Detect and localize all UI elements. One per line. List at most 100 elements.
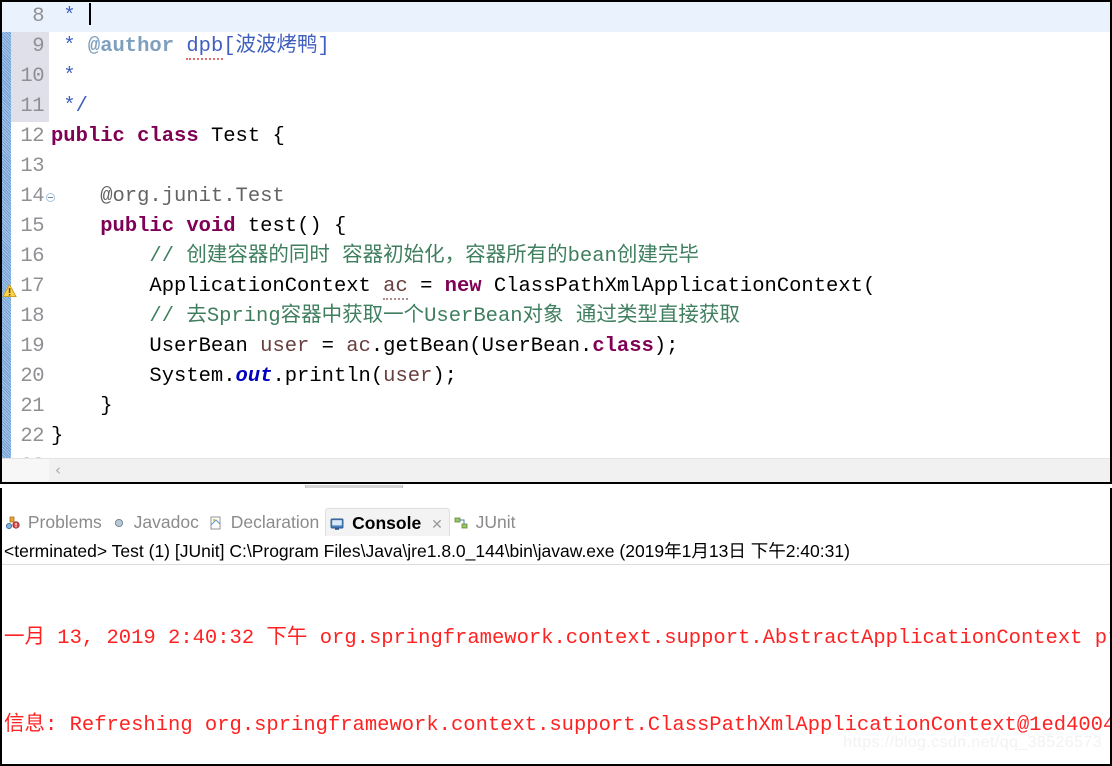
line-number: 21 bbox=[20, 395, 44, 418]
keyword-class: class bbox=[137, 125, 199, 148]
code-line[interactable]: 9 * @author dpb[波波烤鸭] bbox=[2, 32, 1110, 62]
code-line[interactable]: 18 // 去Spring容器中获取一个UserBean对象 通过类型直接获取 bbox=[2, 302, 1110, 332]
static-field-out: out bbox=[235, 365, 273, 388]
javadoc-end: */ bbox=[51, 95, 88, 118]
code-line[interactable]: 13 bbox=[2, 152, 1110, 182]
declaration-icon bbox=[208, 511, 224, 530]
text-caret bbox=[88, 3, 91, 25]
javadoc-asterisk: * bbox=[51, 65, 88, 88]
scroll-left-arrow-icon[interactable]: ‹ bbox=[55, 461, 61, 479]
keyword-class: class bbox=[592, 335, 654, 358]
system-prefix: System. bbox=[51, 365, 236, 388]
open-paren: ( bbox=[862, 275, 876, 298]
java-source-editor[interactable]: 8 * 9 * @author dpb[波波烤鸭] 10 * 11 */ 12 bbox=[0, 0, 1112, 482]
javadoc-icon bbox=[111, 511, 127, 528]
line-content: @org.junit.Test bbox=[51, 182, 285, 212]
console-output-line: 一月 13, 2019 2:40:32 下午 org.springframewo… bbox=[4, 627, 1110, 650]
javadoc-asterisk: * bbox=[51, 5, 88, 28]
line-number: 15 bbox=[20, 215, 44, 238]
code-line[interactable]: 21 } bbox=[2, 392, 1110, 422]
console-separator bbox=[2, 564, 1110, 565]
view-tab-bar: Problems Javadoc Declaration Console ✕ J… bbox=[2, 508, 1110, 536]
line-comment: // 去Spring容器中获取一个UserBean对象 通过类型直接获取 bbox=[51, 305, 740, 328]
line-comment: // 创建容器的同时 容器初始化，容器所有的bean创建完毕 bbox=[51, 245, 699, 268]
line-content: * bbox=[51, 62, 88, 92]
tab-javadoc[interactable]: Javadoc bbox=[108, 508, 205, 536]
line-number: 12 bbox=[20, 125, 44, 148]
code-line[interactable]: 8 * bbox=[2, 2, 1110, 32]
tab-label: Declaration bbox=[230, 512, 320, 532]
tab-declaration[interactable]: Declaration bbox=[205, 508, 325, 536]
annotation-prefix: @org.junit. bbox=[51, 185, 236, 208]
line-content: // 去Spring容器中获取一个UserBean对象 通过类型直接获取 bbox=[51, 302, 740, 332]
type-applicationcontext: ApplicationContext bbox=[51, 275, 384, 298]
line-content: System.out.println(user); bbox=[51, 362, 457, 392]
line-content: * bbox=[51, 2, 91, 32]
javadoc-author-name: dpb bbox=[186, 35, 224, 60]
watermark: https://blog.csdn.net/qq_38526573 bbox=[843, 734, 1102, 751]
javadoc-author-alias: [波波烤鸭] bbox=[223, 35, 330, 58]
close-brace: } bbox=[51, 425, 64, 448]
editor-horizontal-scrollbar[interactable]: ‹ bbox=[2, 458, 1110, 482]
local-var-ac: ac bbox=[383, 275, 408, 300]
line-content: public void test() { bbox=[51, 212, 346, 242]
code-line[interactable]: 17 ApplicationContext ac = new ClassPath… bbox=[2, 272, 1110, 302]
code-line[interactable]: 12 public class Test { bbox=[2, 122, 1110, 152]
line-content: } bbox=[51, 392, 113, 422]
keyword-new: new bbox=[444, 275, 482, 298]
junit-icon bbox=[453, 511, 469, 529]
local-var-ac-ref: ac bbox=[346, 335, 371, 358]
close-brace: } bbox=[51, 395, 113, 418]
class-declaration-rest: Test { bbox=[198, 125, 285, 148]
line-content: // 创建容器的同时 容器初始化，容器所有的bean创建完毕 bbox=[51, 242, 699, 272]
keyword-void: void bbox=[186, 215, 236, 238]
code-line[interactable]: 19 UserBean user = ac.getBean(UserBean.c… bbox=[2, 332, 1110, 362]
line-content: } bbox=[51, 422, 63, 452]
tab-problems[interactable]: Problems bbox=[2, 508, 108, 536]
code-line[interactable]: 11 */ bbox=[2, 92, 1110, 122]
local-var-user-ref: user bbox=[383, 365, 433, 388]
code-line[interactable]: 14 @org.junit.Test bbox=[2, 182, 1110, 212]
statement-end: ); bbox=[653, 335, 679, 358]
local-var-user: user bbox=[260, 335, 310, 358]
close-icon[interactable]: ✕ bbox=[431, 511, 443, 539]
code-line[interactable]: 10 * bbox=[2, 62, 1110, 92]
code-line[interactable]: 20 System.out.println(user); bbox=[2, 362, 1110, 392]
line-content: public class Test { bbox=[51, 122, 285, 152]
method-signature-rest: test() { bbox=[235, 215, 347, 238]
line-number: 19 bbox=[20, 335, 44, 358]
line-number: 14 bbox=[20, 185, 44, 208]
line-content: UserBean user = ac.getBean(UserBean.clas… bbox=[51, 332, 678, 362]
tab-junit[interactable]: JUnit bbox=[450, 508, 522, 536]
line-number: 11 bbox=[20, 95, 44, 118]
javadoc-author-tag: @author bbox=[87, 35, 175, 58]
line-number: 10 bbox=[20, 65, 44, 88]
tab-console[interactable]: Console ✕ bbox=[325, 508, 450, 536]
line-content: */ bbox=[51, 92, 88, 122]
tab-label: Console bbox=[352, 513, 422, 533]
tab-label: JUnit bbox=[475, 512, 516, 532]
line-content: ApplicationContext ac = new ClassPathXml… bbox=[51, 272, 875, 302]
tab-label: Javadoc bbox=[133, 512, 199, 532]
console-view: Problems Javadoc Declaration Console ✕ J… bbox=[0, 488, 1112, 766]
problems-icon bbox=[5, 511, 21, 529]
warning-marker-icon[interactable] bbox=[2, 279, 17, 297]
line-number: 9 bbox=[32, 35, 44, 58]
javadoc-space bbox=[174, 35, 186, 58]
line-content: * @author dpb[波波烤鸭] bbox=[51, 32, 330, 62]
assign-operator: = bbox=[407, 275, 445, 298]
line-number: 8 bbox=[32, 5, 44, 28]
line-number: 16 bbox=[20, 245, 44, 268]
code-line[interactable]: 16 // 创建容器的同时 容器初始化，容器所有的bean创建完毕 bbox=[2, 242, 1110, 272]
terminated-process-label: <terminated> Test (1) [JUnit] C:\Program… bbox=[4, 541, 850, 561]
javadoc-asterisk: * bbox=[51, 35, 88, 58]
code-line[interactable]: 15 public void test() { bbox=[2, 212, 1110, 242]
line-number: 22 bbox=[20, 425, 44, 448]
line-number: 18 bbox=[20, 305, 44, 328]
assign-operator: = bbox=[309, 335, 347, 358]
code-line[interactable]: 22 } bbox=[2, 422, 1110, 452]
line-number: 20 bbox=[20, 365, 44, 388]
annotation-type: Test bbox=[235, 185, 285, 208]
